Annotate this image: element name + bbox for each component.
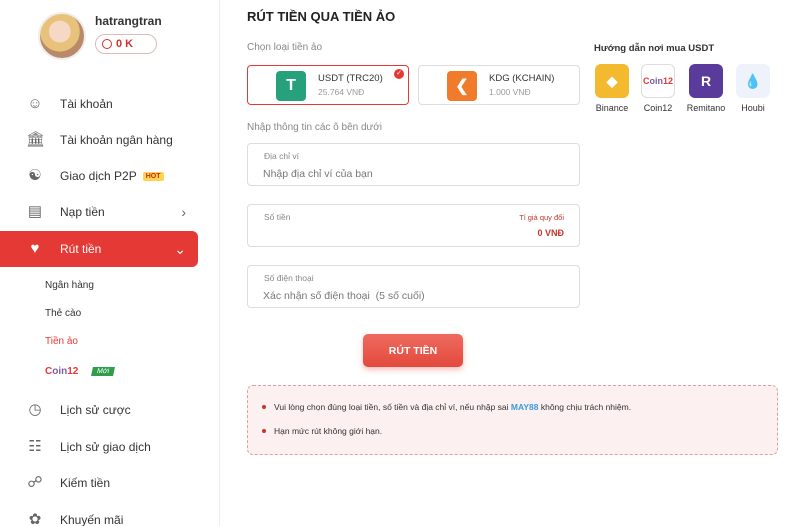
sidebar-item-withdraw[interactable]: ♥ Rút tiền ⌄ [0, 231, 198, 267]
exchange-name: Houbi [741, 103, 765, 113]
kdg-icon: ❮ [447, 71, 477, 101]
coin-option-kdg[interactable]: ❮ KDG (KCHAIN) 1.000 VNĐ [418, 65, 580, 105]
hot-badge: HOT [142, 172, 164, 182]
sidebar-item-promotion[interactable]: ✿ Khuyến mãi [0, 502, 198, 526]
sidebar-item-deposit[interactable]: ▤ Nạp tiền › [0, 194, 198, 230]
transaction-history-icon: ☷ [28, 438, 42, 455]
form-instruction: Nhập thông tin các ô bên dưới [247, 122, 383, 133]
amount-label: Số tiền [264, 212, 291, 222]
houbi-icon: 💧 [736, 64, 770, 98]
sidebar-item-label: Rút tiền [60, 242, 102, 256]
withdraw-button[interactable]: RÚT TIỀN [363, 334, 463, 367]
wallet-address-label: Địa chỉ ví [264, 151, 299, 161]
choose-coin-label: Chọn loại tiền ảo [247, 42, 323, 53]
phone-label: Số điện thoại [264, 273, 314, 283]
coin12-icon: Coin 12 [641, 64, 675, 98]
exchange-coin12[interactable]: Coin 12 Coin12 [637, 64, 679, 113]
exchange-binance[interactable]: ◆ Binance [591, 64, 633, 113]
coin-name: KDG (KCHAIN) [489, 73, 555, 84]
sidebar-item-label: Lịch sử cược [60, 403, 131, 417]
buy-guide-title: Hướng dẫn nơi mua USDT [594, 43, 715, 54]
deposit-icon: ▤ [27, 203, 43, 220]
bank-icon: 🏛 [26, 131, 46, 148]
remitano-icon: R [689, 64, 723, 98]
username: hatrangtran [95, 14, 162, 28]
exchange-houbi[interactable]: 💧 Houbi [732, 64, 774, 113]
phone-field: Số điện thoại [247, 265, 580, 308]
exchange-name: Coin12 [643, 103, 673, 113]
sidebar-subitem-crypto[interactable]: Tiền ảo [45, 336, 78, 347]
coin-icon [102, 39, 112, 49]
sidebar-item-transaction-history[interactable]: ☷ Lịch sử giao dịch [0, 429, 198, 465]
sidebar-item-label: Lịch sử giao dịch [60, 440, 151, 454]
sidebar-item-label: Tài khoản ngân hàng [60, 133, 173, 147]
promotion-icon: ✿ [28, 511, 42, 526]
wallet-address-input[interactable] [263, 166, 563, 182]
exchange-name: Remitano [686, 103, 726, 113]
page-title: RÚT TIỀN QUA TIỀN ẢO [247, 9, 396, 24]
balance-badge: 0 K [95, 34, 157, 54]
notice-box: Vui lòng chọn đúng loại tiền, số tiền và… [247, 385, 778, 455]
sidebar-item-bet-history[interactable]: ◷ Lịch sử cược [0, 392, 198, 428]
chevron-down-icon: ⌄ [174, 240, 186, 257]
user-icon: ☺ [27, 95, 43, 112]
sidebar-item-p2p[interactable]: ☯ Giao dịch P2P HOT [0, 158, 198, 194]
notice-item: Hạn mức rút không giới hạn. [262, 426, 631, 436]
brand-link[interactable]: MAY88 [511, 402, 539, 412]
new-badge: Mới [91, 367, 115, 376]
sidebar-item-earn[interactable]: ☍ Kiếm tiền [0, 465, 198, 501]
sidebar-subitem-card[interactable]: Thẻ cào [45, 308, 81, 319]
earn-icon: ☍ [27, 474, 43, 491]
p2p-icon: ☯ [28, 167, 42, 184]
bet-history-icon: ◷ [28, 401, 42, 418]
sidebar-item-label: Khuyến mãi [60, 513, 124, 526]
tether-icon: T [276, 71, 306, 101]
notice-item: Vui lòng chọn đúng loại tiền, số tiền và… [262, 402, 631, 412]
converted-amount: 0 VNĐ [537, 228, 564, 238]
coin-rate: 25.764 VNĐ [318, 87, 365, 97]
exchange-name: Binance [595, 103, 629, 113]
wallet-address-field: Địa chỉ ví [247, 143, 580, 186]
phone-input[interactable] [263, 288, 563, 304]
balance-value: 0 K [116, 38, 134, 50]
exchange-remitano[interactable]: R Remitano [685, 64, 727, 113]
coin-name: USDT (TRC20) [318, 73, 383, 84]
amount-field: Số tiền Tỉ giá quy đổi 0 VNĐ [247, 204, 580, 247]
sidebar-item-label: Giao dịch P2P [60, 169, 137, 183]
piggy-bank-icon: ♥ [30, 240, 40, 257]
coin-option-usdt[interactable]: T USDT (TRC20) 25.764 VNĐ ✓ [247, 65, 409, 105]
amount-input[interactable] [263, 227, 483, 243]
sidebar-item-bank-account[interactable]: 🏛 Tài khoản ngân hàng [0, 122, 198, 158]
sidebar: hatrangtran 0 K ☺ Tài khoản 🏛 Tài khoản … [0, 0, 220, 526]
exchange-rate-label: Tỉ giá quy đổi [519, 213, 564, 222]
chevron-right-icon: › [181, 204, 186, 220]
sidebar-item-label: Kiếm tiền [60, 476, 111, 490]
checkmark-icon: ✓ [394, 69, 404, 79]
sidebar-item-label: Tài khoản [60, 97, 113, 111]
sidebar-item-label: Nạp tiền [60, 205, 105, 219]
coin12-logo[interactable]: Coin12 [45, 366, 78, 377]
binance-icon: ◆ [595, 64, 629, 98]
coin-rate: 1.000 VNĐ [489, 87, 531, 97]
sidebar-item-account[interactable]: ☺ Tài khoản [0, 86, 198, 122]
avatar[interactable] [38, 12, 86, 60]
sidebar-subitem-bank[interactable]: Ngân hàng [45, 280, 94, 291]
